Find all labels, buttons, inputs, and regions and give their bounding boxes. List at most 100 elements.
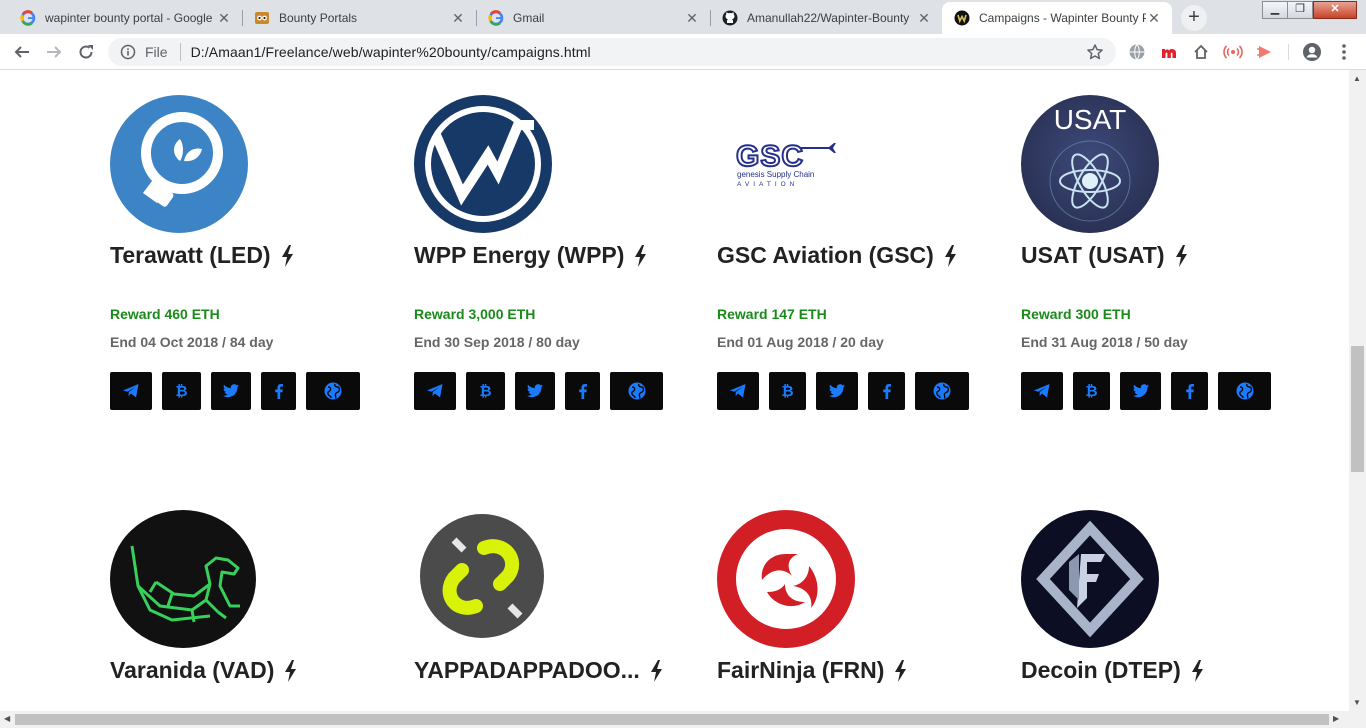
browser-toolbar: File D:/Amaan1/Freelance/web/wapinter%20… [0, 34, 1366, 70]
gsc-logo-subtitle: genesis Supply Chain [737, 170, 814, 179]
twitter-button[interactable] [515, 372, 555, 410]
url-text[interactable]: D:/Amaan1/Freelance/web/wapinter%20bount… [191, 44, 591, 60]
horizontal-scroll-thumb[interactable] [15, 714, 1329, 725]
tab-bounty-portals[interactable]: Bounty Portals ✕ [242, 2, 476, 34]
campaign-card[interactable]: FairNinja (FRN) [717, 510, 1007, 710]
profile-button[interactable] [1298, 34, 1326, 70]
address-bar[interactable]: File D:/Amaan1/Freelance/web/wapinter%20… [108, 38, 1116, 66]
scroll-right-icon[interactable]: ▶ [1333, 714, 1339, 723]
campaign-card[interactable]: Varanida (VAD) [110, 510, 400, 710]
bitcoin-icon: ₿ [1085, 382, 1098, 400]
globe-icon [628, 382, 645, 400]
lightning-icon [650, 659, 663, 682]
close-tab-icon[interactable]: ✕ [216, 10, 232, 26]
scroll-down-icon[interactable]: ▼ [1353, 698, 1361, 707]
campaign-card[interactable]: YAPPADAPPADOO... [414, 510, 704, 710]
reward-text: Reward 300 ETH [1021, 306, 1131, 322]
bitcoin-button[interactable]: ₿ [769, 372, 806, 410]
tab-title: wapinter bounty portal - Google [45, 11, 213, 25]
globe-icon [933, 382, 951, 400]
globe-extension-button[interactable] [1123, 34, 1151, 70]
telegram-icon [427, 384, 443, 398]
campaign-card[interactable]: Terawatt (LED) Reward 460 ETH End 04 Oct… [110, 95, 400, 425]
website-button[interactable] [610, 372, 663, 410]
tab-google-search[interactable]: wapinter bounty portal - Google ✕ [8, 2, 242, 34]
bookmark-star-icon[interactable] [1086, 43, 1104, 64]
address-separator [179, 43, 181, 61]
twitter-icon [829, 384, 845, 398]
wapinter-icon [954, 10, 970, 26]
kebab-menu-icon [1342, 44, 1346, 60]
telegram-button[interactable] [414, 372, 456, 410]
lightning-icon [1191, 659, 1204, 682]
campaign-name[interactable]: Decoin (DTEP) [1021, 657, 1204, 684]
info-icon[interactable] [120, 44, 136, 60]
new-tab-button[interactable]: + [1181, 5, 1207, 31]
cast-extension-button[interactable] [1219, 34, 1247, 70]
globe-icon [324, 382, 342, 400]
campaign-card[interactable]: WPP Energy (WPP) Reward 3,000 ETH End 30… [414, 95, 704, 425]
campaign-name[interactable]: Varanida (VAD) [110, 657, 297, 684]
menu-button[interactable] [1330, 34, 1358, 70]
facebook-button[interactable] [868, 372, 905, 410]
telegram-button[interactable] [110, 372, 152, 410]
toolbar-divider [1288, 44, 1289, 60]
close-tab-icon[interactable]: ✕ [450, 10, 466, 26]
campaign-name[interactable]: Terawatt (LED) [110, 242, 294, 269]
website-button[interactable] [915, 372, 969, 410]
campaign-card[interactable]: Decoin (DTEP) [1021, 510, 1311, 710]
terawatt-logo [110, 95, 248, 233]
campaign-card[interactable]: USAT USAT (USAT) Reward 300 ETH End 31 A… [1021, 95, 1311, 425]
back-button[interactable] [8, 34, 36, 70]
campaign-name[interactable]: USAT (USAT) [1021, 242, 1188, 269]
social-links: ₿ [414, 372, 673, 410]
close-tab-icon[interactable]: ✕ [684, 10, 700, 26]
usat-logo-text: USAT [1054, 104, 1127, 135]
social-links: ₿ [717, 372, 979, 410]
close-tab-icon[interactable]: ✕ [1146, 10, 1162, 26]
campaign-title: GSC Aviation (GSC) [717, 242, 934, 268]
play-extension-button[interactable] [1251, 34, 1279, 70]
home-button[interactable] [1187, 34, 1215, 70]
telegram-button[interactable] [1021, 372, 1063, 410]
twitter-icon [223, 384, 239, 398]
google-icon [488, 10, 504, 26]
twitter-button[interactable] [1120, 372, 1161, 410]
twitter-button[interactable] [816, 372, 858, 410]
scroll-up-icon[interactable]: ▲ [1353, 74, 1361, 83]
bitcoin-button[interactable]: ₿ [1073, 372, 1110, 410]
vertical-scroll-thumb[interactable] [1351, 346, 1364, 472]
reload-button[interactable] [72, 34, 100, 70]
tab-github[interactable]: Amanullah22/Wapinter-Bounty ✕ [710, 2, 942, 34]
end-date-text: End 04 Oct 2018 / 84 day [110, 334, 274, 350]
bitcoin-button[interactable]: ₿ [466, 372, 505, 410]
campaign-name[interactable]: WPP Energy (WPP) [414, 242, 647, 269]
google-icon [20, 10, 36, 26]
m-extension-button[interactable] [1155, 34, 1183, 70]
minimize-button[interactable]: ▁ [1262, 1, 1288, 19]
campaign-card[interactable]: GSC genesis Supply Chain AVIATION GSC Av… [717, 95, 1007, 425]
campaign-name[interactable]: FairNinja (FRN) [717, 657, 907, 684]
tab-gmail[interactable]: Gmail ✕ [476, 2, 710, 34]
play-extension-icon [1257, 46, 1271, 58]
end-date-text: End 01 Aug 2018 / 20 day [717, 334, 884, 350]
bitcoin-icon: ₿ [479, 382, 492, 400]
facebook-button[interactable] [261, 372, 296, 410]
vertical-scrollbar[interactable]: ▲ ▼ [1349, 70, 1366, 711]
website-button[interactable] [306, 372, 360, 410]
facebook-button[interactable] [565, 372, 600, 410]
campaign-name[interactable]: GSC Aviation (GSC) [717, 242, 957, 269]
forward-button[interactable] [40, 34, 68, 70]
campaign-name[interactable]: YAPPADAPPADOO... [414, 657, 663, 684]
facebook-button[interactable] [1171, 372, 1208, 410]
tab-campaigns-active[interactable]: Campaigns - Wapinter Bounty P ✕ [942, 2, 1172, 34]
horizontal-scrollbar[interactable]: ◀ ▶ [0, 711, 1366, 728]
telegram-button[interactable] [717, 372, 759, 410]
bitcoin-button[interactable]: ₿ [162, 372, 201, 410]
twitter-button[interactable] [211, 372, 251, 410]
maximize-button[interactable]: ❐ [1287, 1, 1313, 19]
scroll-left-icon[interactable]: ◀ [4, 714, 10, 723]
close-window-button[interactable]: ✕ [1313, 1, 1357, 19]
close-tab-icon[interactable]: ✕ [916, 10, 932, 26]
website-button[interactable] [1218, 372, 1271, 410]
